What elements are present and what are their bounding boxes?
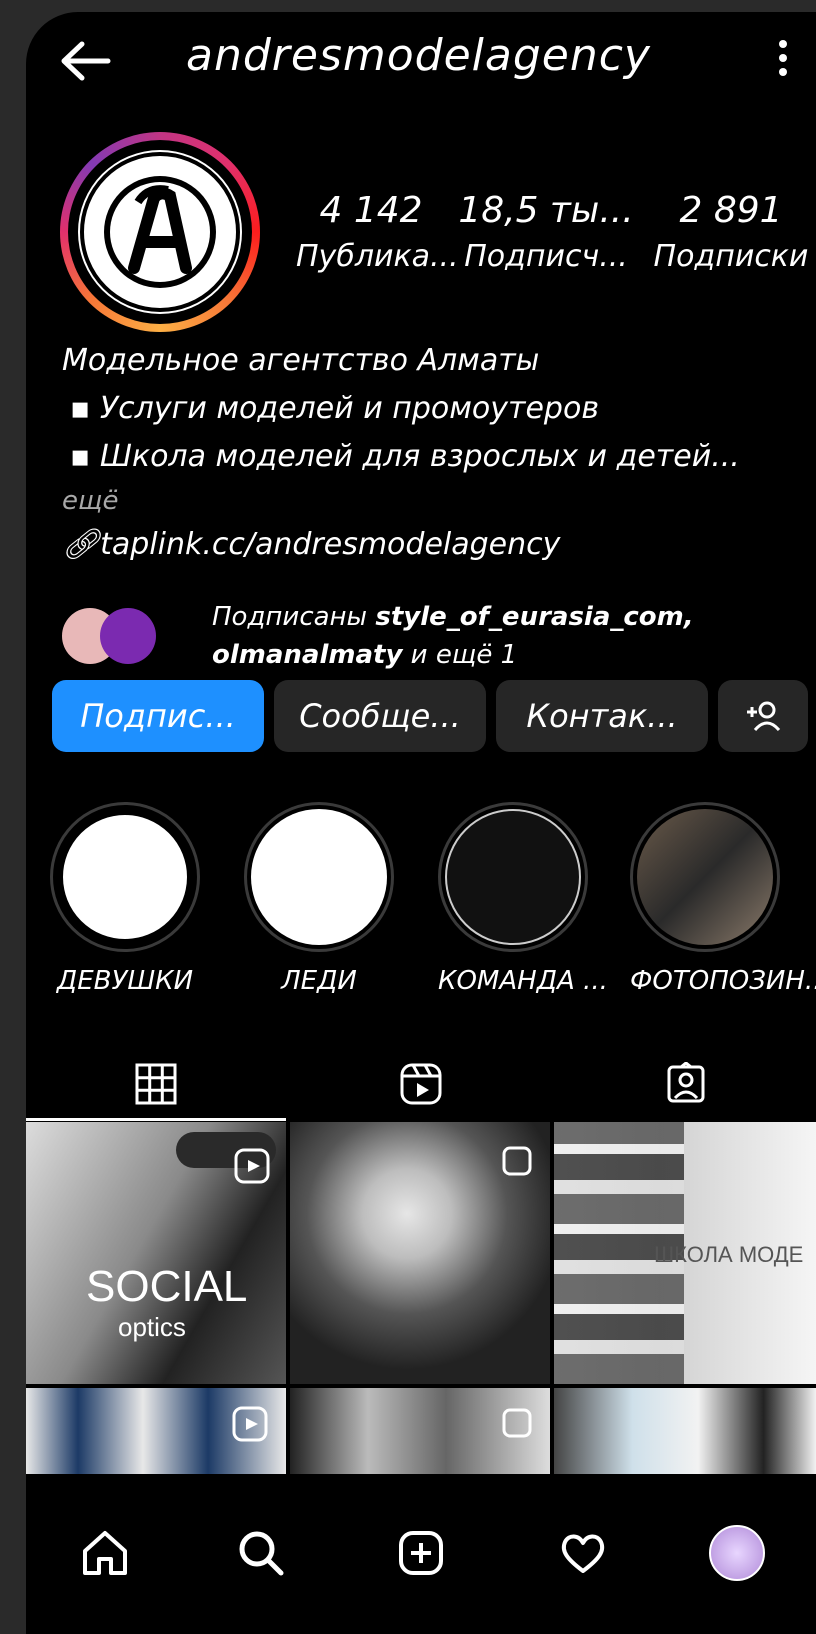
post-thumbnail[interactable] bbox=[290, 1122, 550, 1384]
link-icon: 🔗︎ bbox=[62, 527, 101, 562]
posts-grid: SOCIAL optics ШКОЛА МОДЕ bbox=[26, 1122, 816, 1474]
post-text: ШКОЛА МОДЕ bbox=[654, 1242, 804, 1267]
follower-avatar bbox=[100, 608, 156, 664]
post-thumbnail[interactable]: ШКОЛА МОДЕ bbox=[554, 1122, 816, 1384]
reels-badge-icon bbox=[234, 1148, 270, 1184]
post-subtitle-text: optics bbox=[118, 1312, 186, 1342]
highlight-item[interactable]: КОМАНДА ... bbox=[438, 802, 608, 996]
highlight-label: ДЕВУШКИ bbox=[56, 966, 194, 996]
heart-icon[interactable] bbox=[548, 1518, 618, 1588]
grid-icon[interactable] bbox=[126, 1054, 186, 1114]
search-icon[interactable] bbox=[226, 1518, 296, 1588]
bio-more-link[interactable]: ещё bbox=[62, 481, 812, 521]
following-count[interactable]: 2 891 Подписки bbox=[646, 190, 816, 274]
highlight-item[interactable]: ФОТОПОЗИН... bbox=[630, 802, 816, 996]
profile-avatar[interactable] bbox=[60, 132, 260, 332]
post-thumbnail[interactable] bbox=[290, 1388, 550, 1474]
bio-line: ▪ Школа моделей для взрослых и детей... bbox=[70, 439, 740, 474]
profile-avatar-icon[interactable] bbox=[702, 1518, 772, 1588]
post-thumbnail[interactable] bbox=[554, 1388, 816, 1474]
reels-badge-icon bbox=[232, 1406, 268, 1442]
highlight-item[interactable]: ЛЕДИ bbox=[244, 802, 394, 996]
carousel-badge-icon bbox=[502, 1408, 532, 1438]
carousel-badge-icon bbox=[502, 1146, 532, 1176]
new-post-icon[interactable] bbox=[386, 1518, 456, 1588]
contact-button[interactable]: Контак... bbox=[496, 680, 708, 752]
bottom-nav bbox=[26, 1492, 816, 1634]
followed-by[interactable]: Подписаны style_of_eurasia_com, olmanalm… bbox=[62, 598, 812, 670]
follow-button[interactable]: Подпис... bbox=[52, 680, 264, 752]
post-thumbnail[interactable]: SOCIAL optics bbox=[26, 1122, 286, 1384]
highlight-label: КОМАНДА ... bbox=[438, 966, 608, 996]
post-title-text: SOCIAL bbox=[86, 1262, 248, 1311]
arrow-left-icon[interactable] bbox=[56, 36, 116, 86]
followed-by-text: Подписаны style_of_eurasia_com, olmanalm… bbox=[212, 602, 694, 670]
reels-icon[interactable] bbox=[391, 1054, 451, 1114]
bio-line: ▪ Услуги моделей и промоутеров bbox=[70, 391, 600, 426]
add-person-icon[interactable] bbox=[718, 680, 808, 752]
tagged-icon[interactable] bbox=[656, 1054, 716, 1114]
post-thumbnail[interactable] bbox=[26, 1388, 286, 1474]
message-button[interactable]: Сообще... bbox=[274, 680, 486, 752]
posts-count[interactable]: 4 142 Публика... bbox=[296, 190, 459, 274]
profile-bio: Модельное агентство Алматы ▪ Услуги моде… bbox=[62, 337, 812, 569]
followers-count[interactable]: 18,5 ты... Подписч... bbox=[456, 190, 636, 274]
home-icon[interactable] bbox=[70, 1518, 140, 1588]
highlight-label: ЛЕДИ bbox=[281, 966, 357, 996]
bio-link[interactable]: 🔗︎taplink.cc/andresmodelagency bbox=[62, 521, 812, 569]
agency-logo bbox=[80, 152, 240, 312]
phone-screen: andresmodelagency 4 142 Публика... 18,5 … bbox=[26, 12, 816, 1634]
highlight-item[interactable]: ДЕВУШКИ bbox=[50, 802, 200, 996]
active-tab-indicator bbox=[26, 1118, 286, 1121]
profile-username: andresmodelagency bbox=[186, 30, 651, 81]
kebab-menu-icon[interactable] bbox=[768, 34, 798, 90]
top-bar: andresmodelagency bbox=[26, 12, 816, 112]
bio-line: Модельное агентство Алматы bbox=[62, 343, 540, 378]
highlight-label: ФОТОПОЗИН... bbox=[630, 966, 816, 996]
